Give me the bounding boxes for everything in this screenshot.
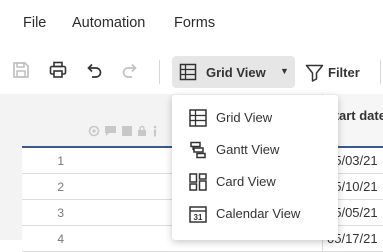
row-number: 4	[57, 232, 64, 246]
redo-button[interactable]	[117, 57, 143, 83]
proof-icon	[121, 124, 133, 142]
filter-icon	[305, 64, 324, 82]
menu-file[interactable]: File	[23, 15, 46, 31]
lock-icon	[137, 124, 147, 142]
info-icon	[151, 124, 159, 142]
svg-text:31: 31	[194, 213, 203, 222]
attachment-icon	[88, 124, 100, 142]
gantt-view-icon	[190, 141, 206, 159]
menu-item-label: Gantt View	[216, 142, 280, 157]
menu-forms[interactable]: Forms	[174, 15, 215, 31]
filter-label: Filter	[328, 65, 360, 80]
undo-button[interactable]	[81, 57, 107, 83]
row-number: 1	[57, 154, 64, 168]
menu-item-gantt-view[interactable]: Gantt View	[172, 134, 338, 166]
view-selector-label: Grid View	[206, 65, 266, 80]
menu-item-label: Grid View	[216, 110, 273, 125]
print-icon	[49, 61, 67, 78]
view-dropdown-menu: Grid View Gantt View Card View 31 Calend…	[172, 95, 338, 240]
card-view-icon	[189, 173, 207, 191]
menu-automation[interactable]: Automation	[72, 15, 145, 31]
caret-down-icon: ▼	[280, 66, 289, 76]
row-number: 3	[57, 206, 64, 220]
print-button[interactable]	[45, 57, 71, 83]
toolbar: Grid View ▼ Filter	[0, 46, 383, 94]
menu-item-label: Card View	[216, 174, 276, 189]
toolbar-divider	[159, 60, 160, 84]
menu-item-card-view[interactable]: Card View	[172, 166, 338, 198]
redo-icon	[122, 63, 137, 78]
calendar-view-icon: 31	[189, 206, 207, 223]
menu-item-calendar-view[interactable]: 31 Calendar View	[172, 198, 338, 230]
menu-bar: File Automation Forms	[0, 0, 383, 46]
save-button[interactable]	[8, 57, 34, 83]
undo-icon	[87, 63, 102, 78]
toolbar-divider-right	[380, 60, 381, 84]
comment-icon	[104, 124, 117, 142]
menu-item-label: Calendar View	[216, 206, 301, 221]
menu-item-grid-view[interactable]: Grid View	[172, 102, 338, 134]
row-number: 2	[57, 180, 64, 194]
grid-view-icon	[189, 109, 207, 127]
row-indicator-icons	[88, 124, 159, 142]
save-icon	[13, 62, 29, 78]
view-selector-button[interactable]: Grid View ▼	[172, 56, 295, 88]
grid-view-icon	[179, 63, 197, 81]
